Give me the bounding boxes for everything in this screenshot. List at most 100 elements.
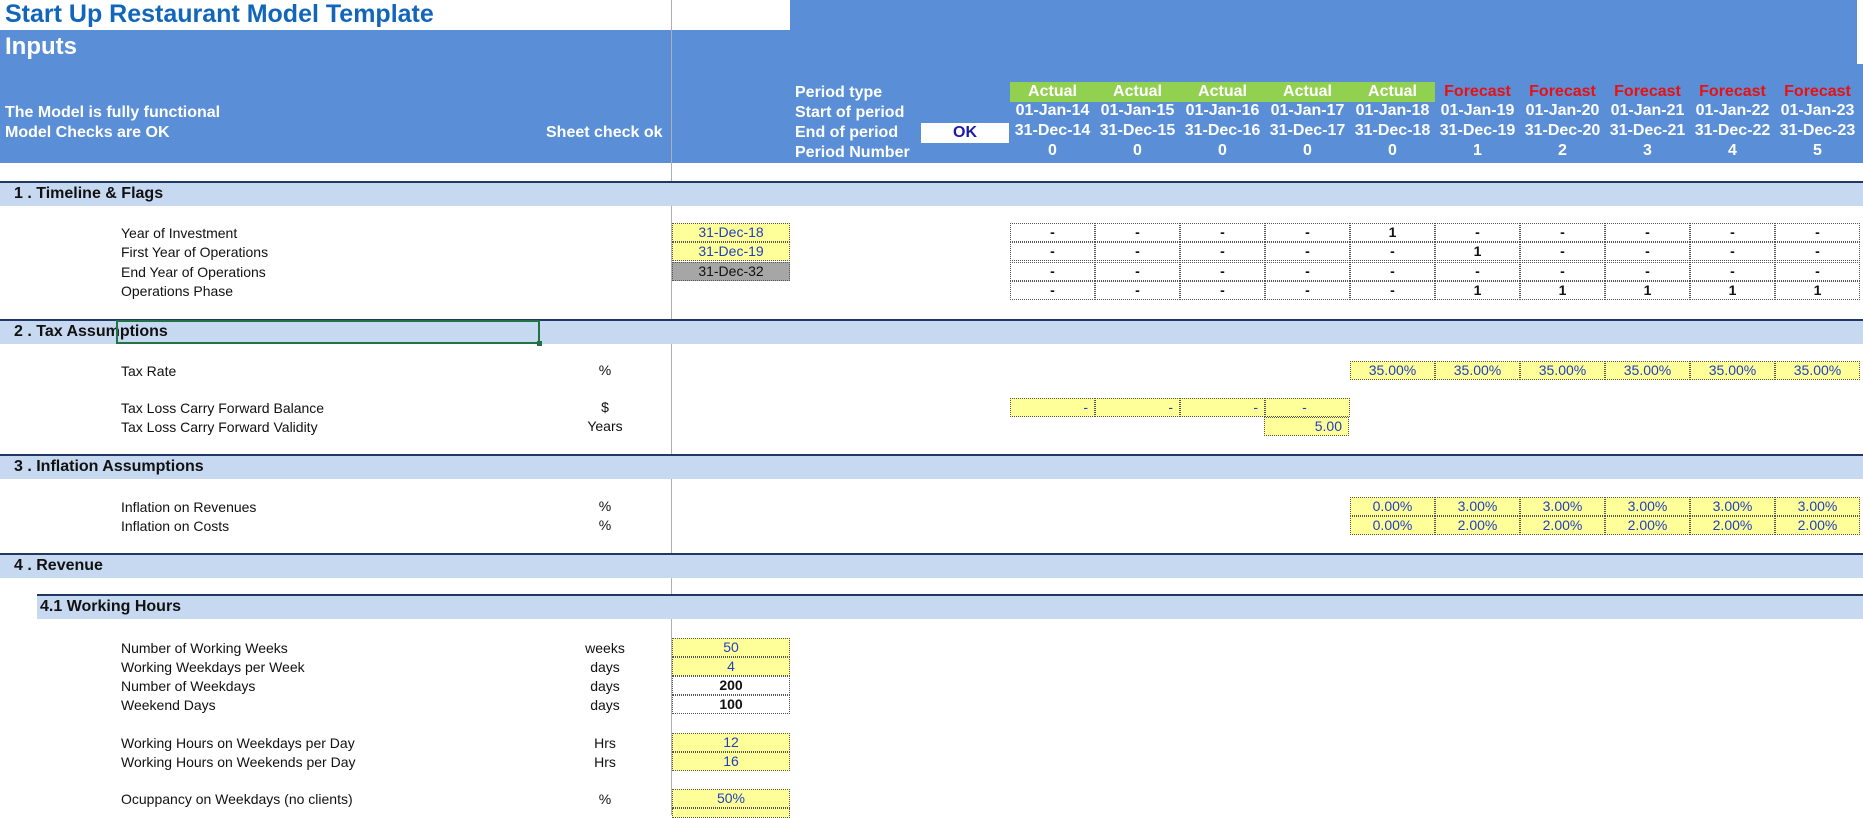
input-tlcf-validity[interactable]: 5.00 [1264,417,1349,436]
unit-inflation-costs: % [598,517,612,533]
input-occupancy-weekdays[interactable]: 50% [672,789,790,808]
timeline-flag-cell: - [1690,262,1775,281]
label-tlcf-balance: Tax Loss Carry Forward Balance [121,400,325,416]
period-number-cell: 0 [1048,142,1057,159]
input-hours-weekends[interactable]: 16 [672,752,790,771]
tlcf-balance-cell[interactable]: - [1010,398,1095,417]
period-start-cell: 01-Jan-14 [1015,102,1090,119]
tlcf-balance-cell[interactable]: - [1095,398,1180,417]
input-hours-weekdays[interactable]: 12 [672,733,790,752]
label-weekend-days: Weekend Days [121,697,216,713]
tax-rate-cell[interactable]: 35.00% [1520,361,1605,380]
ok-check-cell[interactable]: OK [921,123,1009,143]
period-type-cell: Forecast [1690,82,1775,102]
inflation-costs-cell[interactable]: 2.00% [1520,516,1605,535]
tlcf-balance-cell[interactable]: - [1265,398,1350,417]
period-number-cell: 2 [1558,142,1567,159]
timeline-flag-cell: - [1265,223,1350,242]
label-start-of-period: Start of period [795,104,905,121]
selected-cell[interactable] [116,320,540,344]
selected-cell-handle[interactable] [537,341,542,346]
value-number-of-weekdays: 200 [672,676,790,695]
input-working-weekdays[interactable]: 4 [672,657,790,676]
period-start-cell: 01-Jan-20 [1525,102,1600,119]
label-period-type: Period type [795,84,883,101]
tax-rate-cell[interactable]: 35.00% [1605,361,1690,380]
label-occupancy-weekdays: Ocuppancy on Weekdays (no clients) [121,791,353,807]
period-start-cell: 01-Jan-19 [1440,102,1515,119]
inflation-revenues-cell[interactable]: 3.00% [1690,497,1775,516]
timeline-flag-cell: 1 [1690,281,1775,300]
unit-inflation-revenues: % [598,498,612,514]
inflation-costs-cell[interactable]: 2.00% [1605,516,1690,535]
inflation-revenues-cell[interactable]: 3.00% [1775,497,1860,516]
input-end-year-of-operations[interactable]: 31-Dec-32 [672,262,790,281]
label-tax-rate: Tax Rate [121,363,177,379]
label-working-weeks: Number of Working Weeks [121,640,288,656]
tax-rate-cell[interactable]: 35.00% [1690,361,1775,380]
timeline-flag-cell: - [1520,242,1605,261]
period-end-cell: 31-Dec-23 [1779,122,1856,139]
timeline-flag-cell: - [1180,223,1265,242]
label-end-of-period: End of period [795,124,899,141]
subsection-band [37,596,1863,619]
tax-rate-cell[interactable]: 35.00% [1350,361,1435,380]
page-title: Start Up Restaurant Model Template [5,0,434,28]
scroll-edge [1857,0,1863,64]
value-weekend-days: 100 [672,695,790,714]
unit-number-of-weekdays: days [590,678,620,694]
label-operations-phase: Operations Phase [121,283,234,299]
timeline-flag-cell: 1 [1605,281,1690,300]
timeline-flag-cell: - [1605,223,1690,242]
period-end-cell: 31-Dec-22 [1694,122,1771,139]
input-first-year-of-operations[interactable]: 31-Dec-19 [672,242,790,261]
section-3-band [0,456,1863,479]
inflation-costs-cell[interactable]: 2.00% [1775,516,1860,535]
unit-weekend-days: days [590,697,620,713]
section-title-revenue: 4 . Revenue [14,557,103,574]
timeline-flag-cell: - [1775,262,1860,281]
period-start-cell: 01-Jan-18 [1355,102,1430,119]
period-number-cell: 4 [1728,142,1737,159]
input-occupancy-next-row[interactable] [672,808,790,818]
timeline-flag-cell: - [1010,262,1095,281]
input-year-of-investment[interactable]: 31-Dec-18 [672,223,790,242]
timeline-flag-cell: - [1095,262,1180,281]
period-type-cell: Actual [1350,82,1435,102]
unit-hours-weekends: Hrs [594,754,616,770]
period-number-cell: 0 [1388,142,1397,159]
timeline-flag-cell: - [1095,242,1180,261]
inflation-costs-cell[interactable]: 2.00% [1435,516,1520,535]
timeline-flag-cell: - [1095,223,1180,242]
period-number-cell: 0 [1133,142,1142,159]
input-working-weeks[interactable]: 50 [672,638,790,657]
inflation-revenues-cell[interactable]: 0.00% [1350,497,1435,516]
timeline-flag-cell: - [1520,262,1605,281]
timeline-flag-cell: - [1435,223,1520,242]
tlcf-balance-cell[interactable]: - [1180,398,1265,417]
sheet-check-status: Sheet check ok [546,124,663,141]
timeline-flag-cell: - [1180,262,1265,281]
unit-occupancy-weekdays: % [598,791,612,807]
timeline-flag-cell: - [1690,223,1775,242]
inflation-costs-cell[interactable]: 0.00% [1350,516,1435,535]
period-type-cell: Actual [1180,82,1265,102]
timeline-flag-cell: - [1350,262,1435,281]
inflation-costs-cell[interactable]: 2.00% [1690,516,1775,535]
label-period-number: Period Number [795,144,910,161]
tax-rate-cell[interactable]: 35.00% [1775,361,1860,380]
tax-rate-cell[interactable]: 35.00% [1435,361,1520,380]
period-type-cell: Forecast [1435,82,1520,102]
period-start-cell: 01-Jan-22 [1695,102,1770,119]
timeline-flag-cell: - [1265,281,1350,300]
inflation-revenues-cell[interactable]: 3.00% [1520,497,1605,516]
period-start-cell: 01-Jan-15 [1100,102,1175,119]
period-type-cell: Forecast [1775,82,1860,102]
label-hours-weekends: Working Hours on Weekends per Day [121,754,356,770]
inflation-revenues-cell[interactable]: 3.00% [1435,497,1520,516]
inflation-revenues-cell[interactable]: 3.00% [1605,497,1690,516]
period-end-cell: 31-Dec-19 [1439,122,1516,139]
unit-tlcf-balance: $ [601,399,609,415]
period-end-cell: 31-Dec-16 [1184,122,1261,139]
period-type-cell: Actual [1265,82,1350,102]
